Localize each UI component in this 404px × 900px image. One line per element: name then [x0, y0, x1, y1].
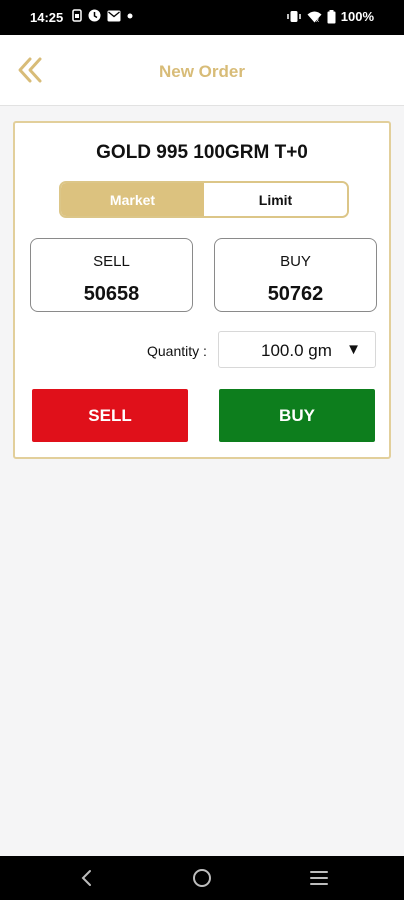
- tab-limit[interactable]: Limit: [204, 183, 347, 216]
- buy-button[interactable]: BUY: [219, 389, 375, 442]
- status-bar: 14:25 x 100%: [0, 0, 404, 35]
- nav-home-button[interactable]: [190, 866, 214, 890]
- status-time: 14:25: [30, 10, 64, 25]
- buy-price-label: BUY: [280, 253, 311, 270]
- buy-price-box[interactable]: BUY 50762: [214, 238, 377, 312]
- quantity-value: 100.0 gm: [261, 341, 332, 360]
- home-icon: [193, 869, 211, 887]
- battery-level: 100%: [340, 9, 374, 24]
- navigation-bar: [0, 856, 404, 900]
- tab-market[interactable]: Market: [61, 183, 204, 216]
- clock-icon: [88, 9, 101, 22]
- buy-price-value: 50762: [267, 283, 324, 305]
- sell-price-value: 50658: [83, 283, 140, 305]
- sell-button[interactable]: SELL: [32, 389, 188, 442]
- nav-recents-button[interactable]: [307, 866, 331, 890]
- vibrate-icon: [287, 11, 301, 22]
- wifi-icon: x: [307, 11, 322, 23]
- instrument-name: GOLD 995 100GRM T+0: [96, 142, 308, 163]
- svg-text:x: x: [316, 18, 319, 23]
- system-icons: x 100%: [286, 9, 374, 24]
- quantity-select[interactable]: 100.0 gm ▼: [218, 331, 376, 368]
- quantity-label: Quantity :: [147, 343, 207, 359]
- sell-price-label: SELL: [93, 253, 130, 270]
- caret-down-icon: ▼: [346, 341, 361, 358]
- sell-price-box[interactable]: SELL 50658: [30, 238, 193, 312]
- page-title: New Order: [159, 62, 245, 81]
- app-bar: New Order: [0, 35, 404, 106]
- notification-icons: [72, 9, 133, 22]
- mail-icon: [107, 10, 121, 21]
- back-icon: [81, 870, 91, 886]
- nav-back-button[interactable]: [75, 866, 99, 890]
- sim-icon: [72, 9, 82, 22]
- recents-icon: [310, 871, 328, 885]
- order-card: GOLD 995 100GRM T+0 Market Limit SELL 50…: [13, 121, 391, 459]
- battery-icon: [327, 9, 336, 23]
- order-type-toggle: Market Limit: [59, 181, 349, 218]
- dot-icon: [127, 13, 133, 18]
